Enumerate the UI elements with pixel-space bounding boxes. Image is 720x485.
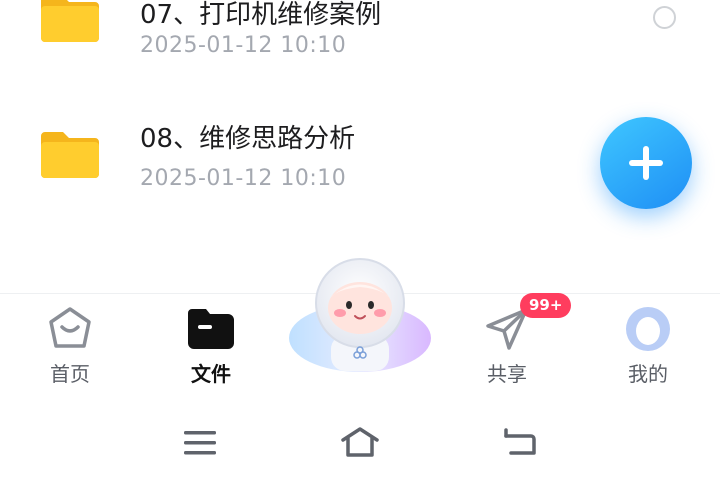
tab-label: 首页: [50, 362, 90, 386]
menu-icon[interactable]: [184, 430, 216, 456]
tab-label: 文件: [191, 362, 231, 386]
tab-label: 共享: [487, 362, 527, 386]
file-date: 2025-01-12 10:10: [140, 33, 347, 58]
add-button[interactable]: [600, 117, 692, 209]
tab-me[interactable]: 我的: [593, 294, 703, 394]
file-name: 08、维修思路分析: [140, 124, 356, 154]
tab-label: 我的: [628, 362, 668, 386]
unread-badge: 99+: [520, 293, 572, 318]
list-item[interactable]: 07、打印机维修案例 2025-01-12 10:10: [0, 0, 720, 88]
plus-icon: [629, 146, 663, 180]
avatar: [626, 307, 670, 351]
folder-icon: [188, 309, 234, 349]
tab-files[interactable]: 文件: [156, 294, 266, 394]
system-navigation-bar: [0, 405, 720, 485]
file-date: 2025-01-12 10:10: [140, 166, 347, 191]
mascot-button[interactable]: [287, 253, 433, 378]
file-name: 07、打印机维修案例: [140, 0, 382, 30]
home-icon[interactable]: [340, 426, 380, 458]
tab-home[interactable]: 首页: [15, 294, 125, 394]
select-checkbox[interactable]: [653, 6, 676, 29]
folder-icon: [41, 0, 99, 42]
home-icon: [49, 307, 91, 348]
back-icon[interactable]: [503, 427, 537, 457]
folder-icon: [41, 132, 99, 178]
